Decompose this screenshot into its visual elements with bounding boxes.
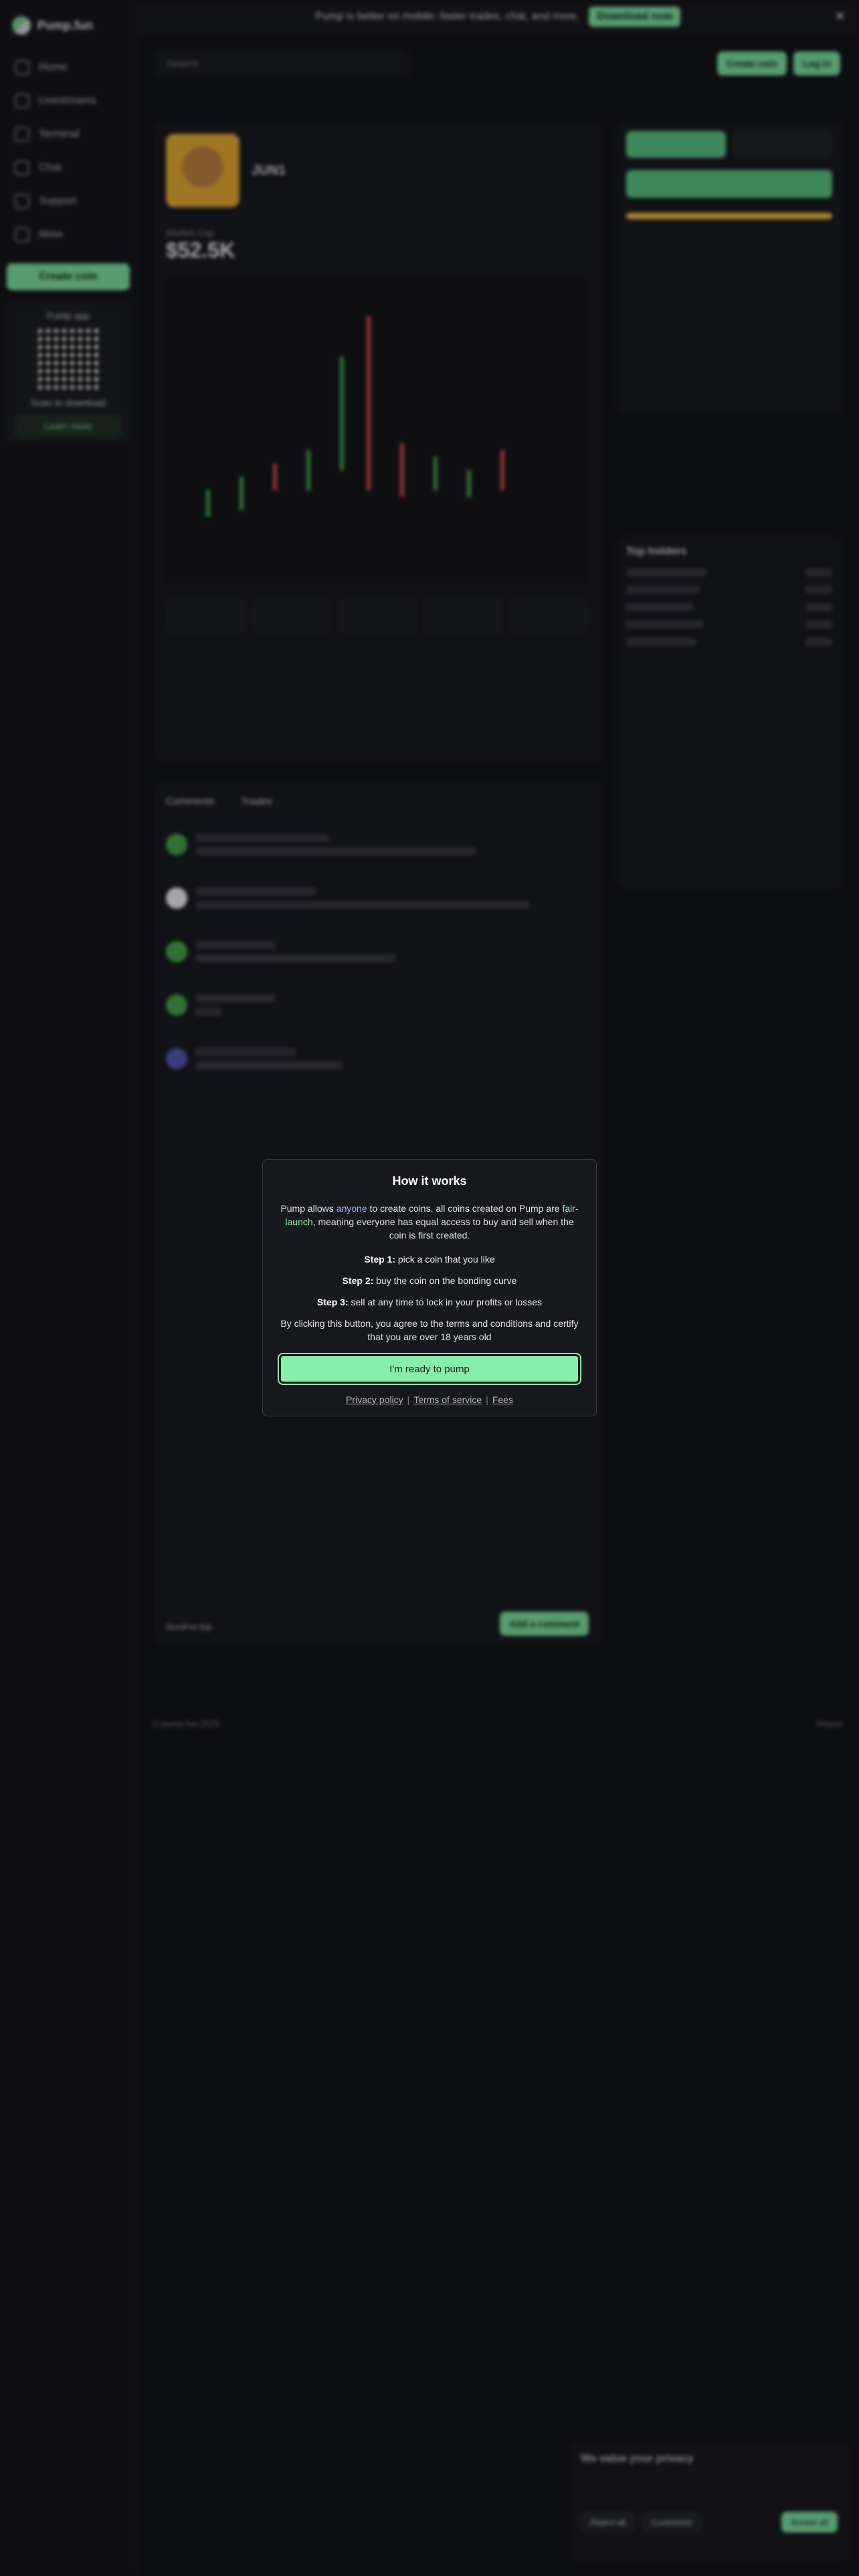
step-3-text: sell at any time to lock in your profits…: [348, 1297, 543, 1307]
terms-text: By clicking this button, you agree to th…: [280, 1318, 579, 1342]
link-separator: |: [486, 1394, 488, 1405]
terms-of-service-link[interactable]: Terms of service: [413, 1394, 482, 1405]
link-separator: |: [407, 1394, 410, 1405]
steps-list: Step 1: pick a coin that you like Step 2…: [279, 1253, 580, 1309]
step-3: Step 3: sell at any time to lock in your…: [279, 1295, 580, 1309]
modal-intro: Pump allows anyone to create coins. all …: [279, 1202, 580, 1242]
modal-title: How it works: [392, 1174, 467, 1188]
step-2-text: buy the coin on the bonding curve: [373, 1275, 517, 1286]
intro-part-1: Pump allows: [280, 1203, 337, 1214]
ready-to-pump-button[interactable]: I'm ready to pump: [278, 1353, 581, 1385]
intro-anyone: anyone: [336, 1203, 367, 1214]
modal-links: Privacy policy | Terms of service | Fees: [279, 1394, 580, 1405]
intro-part-3: , meaning everyone has equal access to b…: [312, 1216, 574, 1241]
step-3-label: Step 3:: [316, 1297, 349, 1307]
privacy-policy-link[interactable]: Privacy policy: [346, 1394, 403, 1405]
step-1: Step 1: pick a coin that you like: [279, 1253, 580, 1266]
step-1-text: pick a coin that you like: [395, 1254, 495, 1265]
step-1-label: Step 1:: [364, 1254, 396, 1265]
step-2: Step 2: buy the coin on the bonding curv…: [279, 1274, 580, 1287]
step-2-label: Step 2:: [342, 1275, 374, 1286]
fees-link[interactable]: Fees: [492, 1394, 513, 1405]
intro-part-2: to create coins. all coins created on Pu…: [367, 1203, 563, 1214]
how-it-works-modal: How it works Pump allows anyone to creat…: [262, 1159, 597, 1416]
